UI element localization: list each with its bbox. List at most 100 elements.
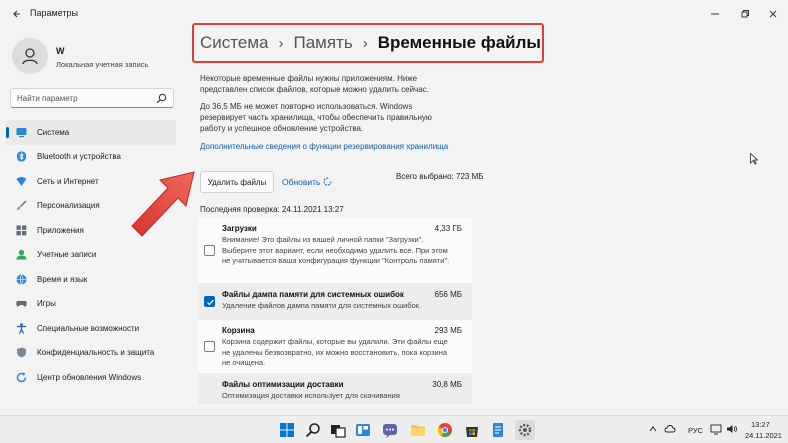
chevron-up-icon[interactable] [648, 424, 658, 434]
network-status-icon[interactable] [710, 423, 722, 435]
refresh-icon[interactable] [322, 176, 333, 187]
notepad-icon[interactable] [490, 422, 506, 438]
sidebar-item-label: Время и язык [37, 274, 88, 284]
close-button[interactable] [758, 4, 788, 24]
list-item[interactable]: Файлы дампа памяти для системных ошибок … [198, 284, 472, 320]
search-icon[interactable] [305, 422, 321, 438]
back-arrow-icon[interactable] [12, 9, 22, 19]
breadcrumb: Система › Память › Временные файлы [200, 33, 541, 53]
search-icon[interactable] [156, 93, 167, 104]
reserve-text: До 36,5 МБ не может повторно использоват… [200, 102, 432, 133]
last-check: Последняя проверка: 24.11.2021 13:27 [200, 205, 344, 214]
sidebar-item-accounts[interactable]: Учетные записи [6, 243, 176, 268]
item-title: Корзина [222, 326, 255, 335]
sidebar-item-gaming[interactable]: Игры [6, 292, 176, 317]
sidebar-item-label: Персонализация [37, 201, 100, 211]
sidebar-item-label: Конфиденциальность и защита [37, 348, 155, 358]
breadcrumb-separator: › [362, 34, 368, 52]
bluetooth-icon [17, 151, 26, 162]
refresh-button[interactable]: Обновить [282, 177, 321, 187]
item-size: 656 МБ [434, 290, 462, 299]
language-indicator[interactable]: РУС [688, 426, 703, 435]
sidebar-item-label: Учетные записи [37, 250, 97, 260]
system-icon [16, 127, 27, 137]
maximize-button[interactable] [730, 4, 760, 24]
item-title: Загрузки [222, 224, 257, 233]
account-type: Локальная учетная запись [56, 60, 149, 69]
close-icon [769, 10, 777, 18]
sidebar-item-system[interactable]: Система [6, 120, 176, 145]
item-description: Корзина содержит файлы, которые вы удали… [222, 337, 448, 367]
sidebar-nav: Система Bluetooth и устройства Сеть и Ин… [6, 120, 176, 390]
checkbox[interactable] [204, 296, 215, 307]
temp-files-list: Загрузки 4,33 ГБ Внимание! Это файлы из … [198, 218, 472, 404]
taskbar: РУС 13:27 24.11.2021 [0, 415, 788, 443]
mouse-cursor-icon [750, 153, 758, 165]
sidebar-item-label: Приложения [37, 225, 84, 235]
breadcrumb-system[interactable]: Система [200, 33, 268, 53]
avatar [12, 38, 48, 74]
settings-gear-icon[interactable] [515, 420, 535, 440]
network-icon [16, 176, 27, 186]
accessibility-icon [17, 323, 26, 334]
volume-icon[interactable] [726, 423, 738, 435]
apps-icon [16, 225, 27, 236]
item-description: Оптимизация доставки использует для скач… [222, 391, 400, 400]
sidebar-item-accessibility[interactable]: Специальные возможности [6, 316, 176, 341]
delete-files-button[interactable]: Удалить файлы [200, 171, 274, 193]
sidebar-item-label: Игры [37, 299, 56, 309]
search-box[interactable] [10, 88, 174, 108]
shield-icon [17, 347, 26, 358]
chrome-icon[interactable] [437, 422, 453, 438]
list-item[interactable]: Файлы оптимизации доставки 30,8 МБ Оптим… [198, 374, 472, 404]
task-view-icon[interactable] [330, 422, 346, 438]
sidebar-item-windows-update[interactable]: Центр обновления Windows [6, 365, 176, 390]
minimize-icon [711, 13, 719, 15]
item-size: 30,8 МБ [432, 380, 462, 389]
sidebar-item-bluetooth[interactable]: Bluetooth и устройства [6, 145, 176, 170]
sidebar-item-privacy[interactable]: Конфиденциальность и защита [6, 341, 176, 366]
gamepad-icon [16, 301, 27, 307]
total-selected: Всего выбрано: 723 МБ [396, 172, 484, 181]
sidebar-item-label: Сеть и Интернет [37, 176, 99, 186]
item-size: 293 МБ [434, 326, 462, 335]
globe-icon [16, 274, 27, 285]
widgets-icon[interactable] [355, 422, 371, 438]
breadcrumb-highlight: Система › Память › Временные файлы [192, 23, 544, 63]
sidebar-item-label: Bluetooth и устройства [37, 152, 121, 162]
checkbox[interactable] [204, 245, 215, 256]
intro-text: Некоторые временные файлы нужны приложен… [200, 74, 429, 94]
main-content: Система › Память › Временные файлы Некот… [190, 23, 788, 415]
page-title: Временные файлы [377, 33, 541, 52]
cloud-icon[interactable] [664, 423, 676, 435]
sidebar-item-label: Специальные возможности [37, 323, 140, 333]
annotation-arrow-icon [131, 171, 195, 237]
clock-time[interactable]: 13:27 [751, 420, 770, 429]
search-input[interactable] [17, 92, 157, 105]
breadcrumb-separator: › [278, 34, 284, 52]
store-icon[interactable] [464, 422, 480, 438]
sidebar-item-time-language[interactable]: Время и язык [6, 267, 176, 292]
teams-chat-icon[interactable] [382, 422, 398, 438]
minimize-button[interactable] [700, 4, 730, 24]
checkmark-icon [207, 299, 214, 306]
user-avatar-icon [22, 48, 38, 65]
item-description: Внимание! Это файлы из вашей личной папк… [222, 235, 450, 265]
item-title: Файлы дампа памяти для системных ошибок [222, 290, 404, 299]
list-item[interactable]: Корзина 293 МБ Корзина содержит файлы, к… [198, 320, 472, 374]
item-size: 4,33 ГБ [434, 224, 462, 233]
list-item[interactable]: Загрузки 4,33 ГБ Внимание! Это файлы из … [198, 218, 472, 284]
checkbox[interactable] [204, 341, 215, 352]
user-profile[interactable]: W Локальная учетная запись [12, 38, 182, 82]
sidebar-item-label: Центр обновления Windows [37, 372, 142, 382]
item-description: Удаление файлов дампа памяти для системн… [222, 301, 422, 310]
clock-date[interactable]: 24.11.2021 [745, 431, 782, 440]
breadcrumb-storage[interactable]: Память [293, 33, 352, 53]
sidebar-item-label: Система [37, 127, 70, 137]
settings-window: Параметры W Локальная учетная запись Най… [0, 0, 788, 415]
windows-start-icon[interactable] [279, 422, 295, 438]
update-icon [16, 372, 27, 382]
file-explorer-icon[interactable] [410, 422, 426, 438]
user-name: W [56, 46, 65, 56]
reserved-storage-link[interactable]: Дополнительные сведения о функции резерв… [200, 142, 448, 151]
